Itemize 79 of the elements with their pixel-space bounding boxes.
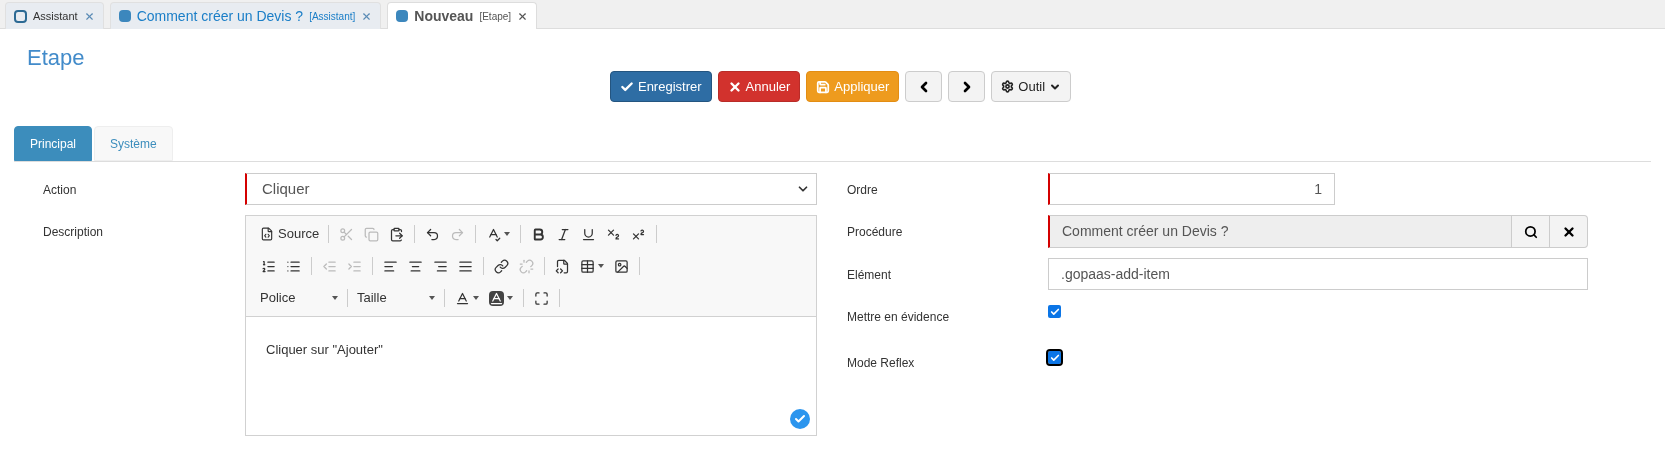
field-label: Elément	[847, 267, 893, 284]
search-button[interactable]	[1512, 215, 1550, 248]
combo-dropdown[interactable]: Taille	[353, 286, 439, 310]
indent-icon	[347, 258, 362, 274]
bold-icon	[531, 226, 547, 242]
action-select[interactable]: Cliquer	[245, 173, 817, 205]
superscript-icon	[631, 226, 647, 242]
copy-icon	[364, 226, 380, 242]
gear-icon	[1001, 80, 1015, 93]
tab-label: Nouveau	[414, 6, 474, 26]
document-tab[interactable]: Assistant	[5, 2, 104, 29]
close-icon[interactable]	[517, 10, 529, 22]
caret-icon	[507, 296, 513, 300]
redo-icon	[450, 226, 466, 242]
unlink-icon	[519, 258, 534, 274]
template-icon	[555, 258, 570, 274]
search-icon	[1523, 224, 1538, 239]
align-center-icon	[408, 258, 423, 274]
tab-suffix: [Etape]	[479, 9, 512, 24]
field-label: Description	[42, 224, 105, 241]
source-button[interactable]: Source	[256, 222, 324, 246]
close-icon	[1561, 224, 1576, 239]
element-field[interactable]: .gopaas-add-item	[1048, 258, 1588, 290]
checkbox[interactable]	[1048, 351, 1061, 364]
italic-icon	[556, 226, 572, 242]
form-tab[interactable]: Système	[94, 126, 173, 161]
field-label: Mettre en évidence	[847, 309, 951, 326]
underline-icon	[581, 226, 597, 242]
caret-icon	[598, 264, 604, 268]
tab-suffix: [Assistant]	[309, 9, 356, 24]
close-icon[interactable]	[361, 10, 373, 22]
clear-button[interactable]	[1550, 215, 1588, 248]
table-icon	[580, 258, 595, 274]
scissors-icon	[339, 226, 355, 242]
checkbox[interactable]	[1048, 305, 1061, 318]
form-tab[interactable]: Principal	[14, 126, 93, 161]
tab-label: Comment créer un Devis ?	[136, 6, 304, 26]
caret-icon	[473, 296, 479, 300]
save-icon	[816, 79, 831, 94]
maximize-icon	[534, 290, 549, 306]
next-button[interactable]	[948, 71, 986, 102]
outdent-icon	[322, 258, 337, 274]
close-icon[interactable]	[83, 10, 95, 22]
field-label: Ordre	[847, 182, 879, 199]
background-color-icon	[489, 290, 504, 306]
subscript-icon	[606, 226, 622, 242]
check-icon	[619, 79, 634, 94]
tab-label: Assistant	[33, 8, 78, 24]
text-color-icon	[455, 290, 470, 306]
field-label: Mode Reflex	[847, 355, 916, 372]
align-left-icon	[383, 258, 398, 274]
procedure-field[interactable]: Comment créer un Devis ?	[1048, 215, 1512, 248]
caret-icon	[429, 296, 435, 300]
tools-dropdown-button[interactable]: Outil	[991, 71, 1072, 102]
action-button[interactable]: Enregistrer	[609, 71, 712, 102]
editor-text: Cliquer sur "Ajouter"	[266, 342, 383, 357]
action-button[interactable]: Annuler	[717, 71, 801, 102]
document-tab[interactable]: Comment créer un Devis ? [Assistant]	[109, 2, 382, 29]
bulleted-list-icon	[286, 258, 301, 274]
combo-dropdown[interactable]: Police	[256, 286, 342, 310]
document-tab[interactable]: Nouveau [Etape]	[387, 2, 538, 29]
order-field[interactable]: 1	[1048, 173, 1335, 205]
link-icon	[494, 258, 509, 274]
paste-icon	[389, 226, 405, 242]
page-title: Etape	[27, 44, 85, 72]
field-label: Procédure	[847, 224, 904, 241]
align-right-icon	[433, 258, 448, 274]
caret-icon	[332, 296, 338, 300]
window-icon	[14, 9, 27, 23]
document-code-icon	[260, 227, 274, 241]
previous-button[interactable]	[905, 71, 943, 102]
field-label: Action	[42, 182, 78, 199]
spellcheck-icon	[486, 226, 502, 242]
close-icon	[727, 79, 742, 94]
align-justify-icon	[458, 258, 473, 274]
numbered-list-icon	[261, 258, 276, 274]
caret-icon	[504, 232, 511, 236]
image-icon	[614, 258, 629, 274]
undo-icon	[425, 226, 441, 242]
